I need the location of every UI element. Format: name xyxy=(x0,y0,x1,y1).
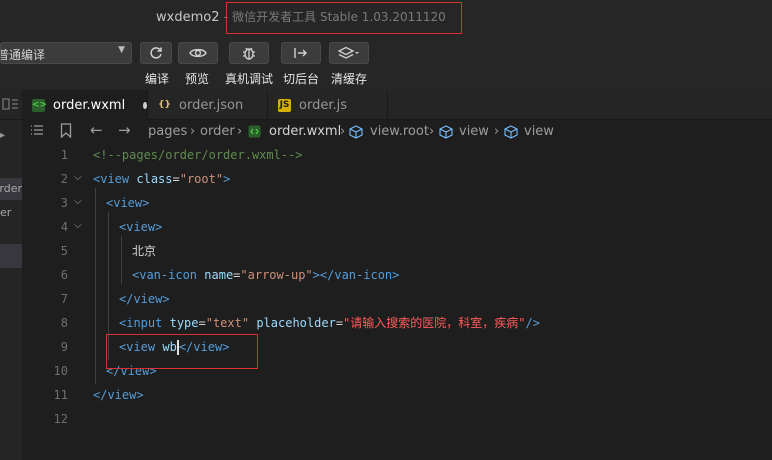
line-number: 2 xyxy=(60,172,68,186)
title-bar: wxdemo2- 微信开发者工具 Stable 1.03.2011120 xyxy=(0,0,772,36)
chevron-right-icon: › xyxy=(494,124,500,139)
code-line-11: </view> xyxy=(93,388,144,402)
wxml-file-icon: <> xyxy=(32,98,48,112)
tab-label: order.json xyxy=(179,97,244,113)
cube-icon xyxy=(504,125,518,143)
indent-guide xyxy=(95,188,96,384)
tab-label: order.wxml xyxy=(53,97,126,113)
text-node: 北京 xyxy=(132,244,157,258)
sidebar-file-item[interactable]: rder xyxy=(0,178,22,200)
remote-debug-label: 真机调试 xyxy=(224,72,274,86)
line-number: 1 xyxy=(60,148,68,162)
line-number: 4 xyxy=(60,220,68,234)
tab-label: order.js xyxy=(299,97,347,113)
fold-chevron-icon[interactable]: ⌵ xyxy=(74,172,82,183)
compile-label: 编译 xyxy=(144,72,170,86)
clear-cache-label: 清缓存 xyxy=(330,72,368,86)
breadcrumb-item[interactable]: view.root xyxy=(370,124,429,139)
app-version: 微信开发者工具 Stable 1.03.2011120 xyxy=(232,10,446,24)
json-file-icon: {} xyxy=(158,99,171,110)
tab-order-js[interactable]: JS order.js xyxy=(268,90,388,120)
tab-order-json[interactable]: {} order.json xyxy=(148,90,268,120)
forward-arrow-icon[interactable]: → xyxy=(118,121,131,139)
bug-icon xyxy=(243,47,255,60)
line-number: 9 xyxy=(60,340,68,354)
indent-guide xyxy=(121,236,122,284)
layers-icon xyxy=(338,46,359,59)
code-line-3: <view> xyxy=(106,196,150,210)
chevron-right-icon: › xyxy=(429,124,435,139)
chevron-right-icon: › xyxy=(340,124,346,139)
window-title: wxdemo2- 微信开发者工具 Stable 1.03.2011120 xyxy=(156,8,446,25)
project-name: wxdemo2 xyxy=(156,10,220,25)
eye-icon xyxy=(189,48,207,58)
chevron-right-icon: › xyxy=(190,124,196,139)
bookmark-icon[interactable] xyxy=(60,123,72,142)
cube-icon xyxy=(349,125,363,143)
explorer-sidebar: ▸ rder er xyxy=(0,120,22,460)
preview-label: 预览 xyxy=(184,72,210,86)
line-number: 7 xyxy=(60,292,68,306)
switch-icon xyxy=(294,48,307,58)
remote-debug-button[interactable] xyxy=(229,42,269,64)
breadcrumb-item[interactable]: pages xyxy=(148,124,187,139)
line-number: 3 xyxy=(60,196,68,210)
compile-mode-value: 普通编译 xyxy=(0,48,46,62)
split-icon xyxy=(2,98,18,110)
js-file-icon: JS xyxy=(278,98,291,112)
chevron-right-icon: › xyxy=(237,124,243,139)
collapse-icon[interactable]: ▸ xyxy=(0,130,5,141)
fold-chevron-icon[interactable]: ⌵ xyxy=(74,196,82,207)
code-line-8: <input type="text" placeholder="请输入搜索的医院… xyxy=(119,316,540,330)
back-arrow-icon[interactable]: ← xyxy=(90,121,103,139)
editor-tab-bar: <> order.wxml {} order.json JS order.js xyxy=(0,90,772,120)
clear-cache-button[interactable] xyxy=(329,42,369,64)
preview-button[interactable] xyxy=(178,42,218,64)
sidebar-folder-item[interactable] xyxy=(0,244,22,268)
line-number: 8 xyxy=(60,316,68,330)
toolbar: 普通编译 ▼ 编译 预览 真机调试 切后台 清缓存 xyxy=(0,36,772,90)
code-editor[interactable]: <!--pages/order/order.wxml--> <view clas… xyxy=(93,144,772,460)
explorer-toolbar-fragment xyxy=(0,90,22,120)
breadcrumb-item[interactable]: order.wxml xyxy=(269,124,341,139)
code-line-7: </view> xyxy=(119,292,170,306)
indent-guide xyxy=(108,212,109,360)
code-line-10: </view> xyxy=(106,364,157,378)
line-number: 5 xyxy=(60,244,68,258)
sidebar-file-item[interactable]: er xyxy=(0,202,22,224)
tab-order-wxml[interactable]: <> order.wxml xyxy=(22,90,148,120)
background-button[interactable] xyxy=(281,42,321,64)
comment: <!--pages/order/order.wxml--> xyxy=(93,148,303,162)
code-line-2: <view class="root"> xyxy=(93,172,231,186)
code-line-1: <!--pages/order/order.wxml--> xyxy=(93,145,303,165)
line-number: 10 xyxy=(53,364,68,378)
breadcrumb-item[interactable]: view xyxy=(459,124,489,139)
code-line-9: <view wb </view> xyxy=(119,340,230,355)
breadcrumb-item[interactable]: order xyxy=(200,124,235,139)
refresh-icon xyxy=(150,47,162,59)
code-line-4: <view> xyxy=(119,220,163,234)
breadcrumb-item[interactable]: view xyxy=(524,124,554,139)
line-number: 6 xyxy=(60,268,68,282)
breadcrumb: ← → pages › order › order.wxml › view.ro… xyxy=(22,120,772,144)
compile-button[interactable] xyxy=(140,42,172,64)
chevron-down-icon: ▼ xyxy=(118,45,125,55)
code-line-6: <van-icon name="arrow-up"></van-icon> xyxy=(132,268,400,282)
fold-chevron-icon[interactable]: ⌵ xyxy=(74,220,82,231)
compile-mode-select[interactable]: 普通编译 ▼ xyxy=(0,42,132,64)
unsaved-dot-icon[interactable] xyxy=(143,101,147,109)
title-separator: - xyxy=(223,10,229,25)
background-label: 切后台 xyxy=(282,72,320,86)
wxml-file-icon xyxy=(248,125,261,142)
line-number: 11 xyxy=(53,388,68,402)
list-icon[interactable] xyxy=(30,123,44,141)
code-line-5: 北京 xyxy=(132,241,156,261)
editor-gutter: 1 2 ⌵ 3 ⌵ 4 ⌵ 5 6 7 8 9 10 11 12 xyxy=(22,144,90,460)
cube-icon xyxy=(439,125,453,143)
line-number: 12 xyxy=(53,412,68,426)
